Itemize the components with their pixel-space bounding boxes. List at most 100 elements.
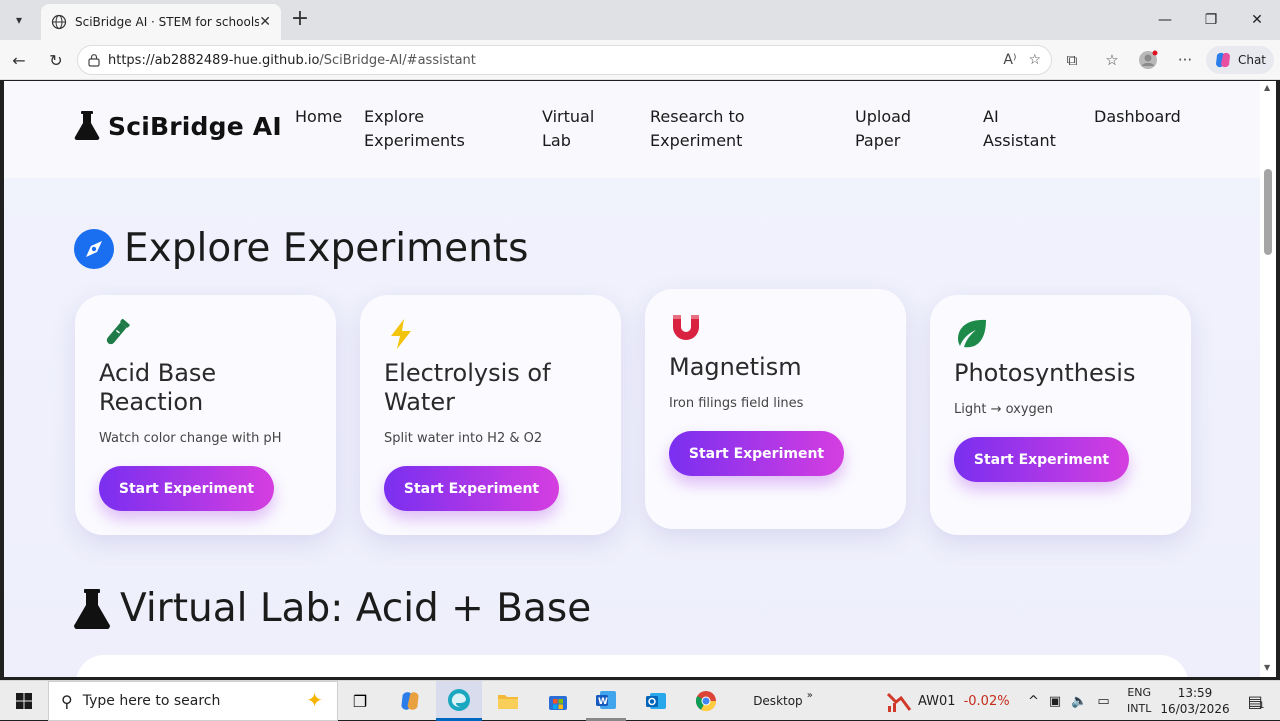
read-aloud-icon[interactable]: A⁾ xyxy=(1003,52,1016,68)
card-title: Acid Base Reaction xyxy=(99,359,217,416)
magnet-icon xyxy=(673,315,699,340)
bolt-icon xyxy=(391,319,411,349)
notifications-button[interactable]: ▤ 1 xyxy=(1236,681,1276,721)
start-experiment-button[interactable]: Start Experiment xyxy=(669,431,844,476)
copilot-chat-button[interactable]: Chat xyxy=(1206,46,1274,74)
experiment-card-acid-base: Acid Base Reaction Watch color change wi… xyxy=(75,295,336,535)
nav-research-to-experiment[interactable]: Research to Experiment xyxy=(650,105,820,153)
favorites-icon[interactable]: ☆ xyxy=(1102,50,1122,70)
stock-name: AW01 xyxy=(918,693,956,709)
copilot-app-icon[interactable] xyxy=(390,681,430,721)
outlook-app-icon[interactable] xyxy=(636,681,676,721)
extensions-icon[interactable]: ⧉ xyxy=(1062,50,1082,70)
browser-tab-strip: ▾ SciBridge AI · STEM for schools ✕ + — … xyxy=(0,0,1280,40)
language-bottom: INTL xyxy=(1127,702,1152,715)
site-info-icon[interactable] xyxy=(87,53,101,67)
store-icon[interactable] xyxy=(538,681,578,721)
more-options-icon[interactable]: ··· xyxy=(1175,50,1195,70)
clock[interactable]: 13:59 16/03/2026 xyxy=(1160,681,1230,721)
file-explorer-icon[interactable] xyxy=(488,681,528,721)
page-viewport: SciBridge AI Home Explore Experiments Vi… xyxy=(4,81,1260,677)
virtual-lab-title: Virtual Lab: Acid + Base xyxy=(120,586,592,631)
window-close-icon[interactable]: ✕ xyxy=(1234,0,1280,40)
edge-app-icon[interactable] xyxy=(436,681,482,721)
word-app-icon[interactable]: W xyxy=(586,681,626,721)
stock-change: -0.02% xyxy=(963,693,1010,709)
card-title: Electrolysis of Water xyxy=(384,359,551,416)
copilot-icon xyxy=(1215,52,1230,68)
brand-logo[interactable]: SciBridge AI xyxy=(74,111,282,141)
new-tab-icon[interactable]: + xyxy=(288,8,312,32)
chevron-up-icon[interactable]: ^ xyxy=(1028,694,1039,709)
nav-dashboard[interactable]: Dashboard xyxy=(1094,105,1181,129)
windows-start-icon[interactable] xyxy=(0,681,48,721)
windows-taskbar: ⚲ Type here to search ✦ ❐ W Desktop» AW0… xyxy=(0,680,1280,721)
card-title: Photosynthesis xyxy=(954,359,1136,387)
chat-label: Chat xyxy=(1237,53,1267,67)
leaf-icon xyxy=(958,319,986,348)
task-view-icon[interactable]: ❐ xyxy=(340,681,380,721)
back-icon[interactable]: ← xyxy=(7,48,31,72)
favorite-star-icon[interactable]: ☆ xyxy=(1028,52,1041,68)
card-title: Magnetism xyxy=(669,353,802,381)
virtual-lab-panel xyxy=(76,655,1188,677)
desktop-toolbar[interactable]: Desktop» xyxy=(748,681,818,721)
test-tube-icon xyxy=(106,318,130,345)
site-navbar: SciBridge AI Home Explore Experiments Vi… xyxy=(4,81,1260,178)
browser-tab[interactable]: SciBridge AI · STEM for schools ✕ xyxy=(41,4,281,40)
language-top: ENG xyxy=(1127,686,1152,699)
card-description: Watch color change with pH xyxy=(99,431,282,446)
speaker-icon[interactable]: 🔈 xyxy=(1071,694,1087,709)
notification-count: 1 xyxy=(1258,701,1265,711)
refresh-icon[interactable]: ↻ xyxy=(44,48,68,72)
restore-icon[interactable]: ❐ xyxy=(1188,0,1234,40)
search-highlight-icon: ✦ xyxy=(306,688,323,712)
scroll-down-icon[interactable]: ▼ xyxy=(1264,663,1270,672)
nav-ai-assistant[interactable]: AI Assistant xyxy=(983,105,1063,153)
start-experiment-button[interactable]: Start Experiment xyxy=(954,437,1129,482)
start-experiment-button[interactable]: Start Experiment xyxy=(99,466,274,511)
chrome-app-icon[interactable] xyxy=(686,681,726,721)
brand-name: SciBridge AI xyxy=(108,111,282,141)
profile-avatar-icon[interactable] xyxy=(1138,50,1158,70)
nav-explore-experiments[interactable]: Explore Experiments xyxy=(364,105,494,153)
virtual-lab-heading: Virtual Lab: Acid + Base xyxy=(74,586,591,631)
search-icon: ⚲ xyxy=(61,691,73,711)
flask-icon xyxy=(74,111,100,141)
browser-toolbar: ← ↻ https://ab2882489-hue.github.io/SciB… xyxy=(0,40,1280,80)
address-bar[interactable]: https://ab2882489-hue.github.io/SciBridg… xyxy=(77,45,1052,75)
tab-close-icon[interactable]: ✕ xyxy=(259,14,271,30)
scrollbar-thumb[interactable] xyxy=(1264,169,1272,255)
minimize-icon[interactable]: — xyxy=(1142,0,1188,40)
tab-actions-chevron-icon[interactable]: ▾ xyxy=(6,8,32,32)
double-chevron-icon: » xyxy=(806,689,813,701)
explore-title: Explore Experiments xyxy=(124,226,529,271)
nav-upload-paper[interactable]: Upload Paper xyxy=(855,105,935,153)
globe-icon xyxy=(51,14,67,30)
battery-icon[interactable]: ▭ xyxy=(1097,694,1109,709)
url-text: https://ab2882489-hue.github.io/SciBridg… xyxy=(108,52,476,68)
compass-icon xyxy=(74,228,114,269)
nav-virtual-lab[interactable]: Virtual Lab xyxy=(542,105,612,153)
experiment-card-electrolysis: Electrolysis of Water Split water into H… xyxy=(360,295,621,535)
experiment-card-magnetism: Magnetism Iron filings field lines Start… xyxy=(645,289,906,529)
svg-text:W: W xyxy=(598,697,608,707)
stock-chart-icon xyxy=(886,692,912,712)
system-tray-icons: ^ ▣ 🔈 ▭ xyxy=(1028,681,1110,721)
clock-time: 13:59 xyxy=(1177,686,1213,700)
experiment-card-photosynthesis: Photosynthesis Light → oxygen Start Expe… xyxy=(930,295,1191,535)
clock-date: 16/03/2026 xyxy=(1160,702,1230,716)
page-scrollbar[interactable]: ▲ ▼ xyxy=(1260,81,1276,677)
card-description: Split water into H2 & O2 xyxy=(384,431,543,446)
stock-widget[interactable]: AW01 -0.02% xyxy=(886,681,1010,721)
desktop-label: Desktop xyxy=(753,694,803,708)
explore-section-heading: Explore Experiments xyxy=(74,226,528,271)
taskbar-search-input[interactable]: ⚲ Type here to search ✦ xyxy=(48,681,338,721)
meet-now-icon[interactable]: ▣ xyxy=(1049,694,1061,709)
flask-icon xyxy=(74,588,110,629)
language-indicator[interactable]: ENG INTL xyxy=(1127,681,1151,721)
start-experiment-button[interactable]: Start Experiment xyxy=(384,466,559,511)
scroll-up-icon[interactable]: ▲ xyxy=(1264,83,1270,92)
search-placeholder: Type here to search xyxy=(82,693,221,709)
nav-home[interactable]: Home xyxy=(295,105,342,129)
